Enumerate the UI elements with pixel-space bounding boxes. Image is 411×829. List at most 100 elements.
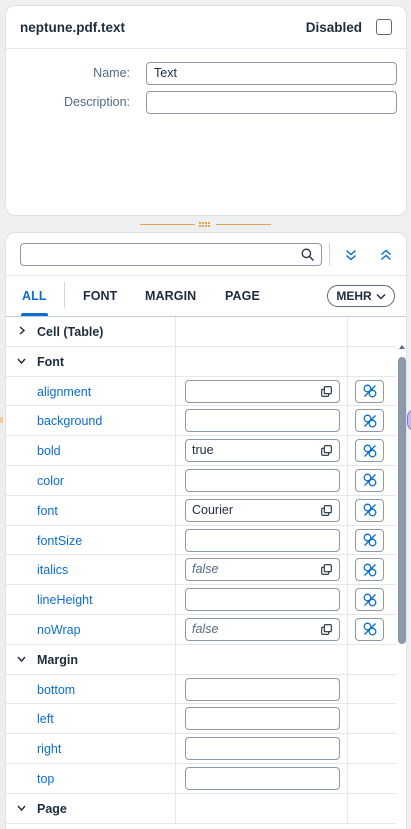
property-row-background: background — [6, 406, 396, 437]
property-grid: Cell (Table) Font alignment background b… — [6, 317, 396, 824]
property-label[interactable]: left — [37, 712, 54, 726]
group-row-cell-table[interactable]: Cell (Table) — [6, 317, 396, 347]
property-row-right: right — [6, 734, 396, 764]
tab-margin[interactable]: MARGIN — [145, 289, 196, 303]
property-row-top: top — [6, 763, 396, 794]
binding-button[interactable] — [355, 558, 384, 582]
link-icon — [363, 414, 376, 428]
group-row-margin[interactable]: Margin — [6, 644, 396, 675]
tab-separator — [64, 282, 65, 308]
panel-header: neptune.pdf.text Disabled — [6, 6, 406, 49]
value-help-icon[interactable] — [321, 504, 332, 516]
group-row-page[interactable]: Page — [6, 793, 396, 824]
binding-button[interactable] — [355, 409, 384, 433]
binding-button[interactable] — [355, 439, 384, 463]
group-label: Cell (Table) — [37, 325, 104, 339]
search-input[interactable] — [20, 243, 322, 266]
binding-button[interactable] — [355, 617, 384, 641]
link-icon — [363, 533, 376, 547]
grip-icon — [198, 222, 213, 228]
binding-button[interactable] — [355, 498, 384, 522]
more-tabs-button[interactable]: MEHR — [327, 285, 395, 307]
property-label[interactable]: top — [37, 772, 54, 786]
splitter-line-left — [140, 224, 195, 225]
property-value-input[interactable] — [185, 409, 340, 433]
tab-page[interactable]: PAGE — [225, 289, 260, 303]
property-value-input[interactable]: true — [185, 439, 340, 463]
property-label[interactable]: noWrap — [37, 623, 81, 637]
chevron-right-icon[interactable] — [17, 326, 26, 335]
value-help-icon[interactable] — [321, 445, 332, 457]
property-value-input[interactable] — [185, 707, 340, 731]
property-value-input[interactable] — [185, 588, 340, 612]
property-label[interactable]: right — [37, 742, 61, 756]
properties-panel: ALL FONT MARGIN PAGE MEHR Cell (Table) F… — [5, 232, 407, 829]
binding-button[interactable] — [355, 528, 384, 552]
property-value-input[interactable] — [185, 379, 340, 403]
value-help-icon[interactable] — [321, 624, 332, 635]
property-label[interactable]: bold — [37, 444, 61, 458]
link-icon — [363, 444, 376, 458]
binding-button[interactable] — [355, 379, 384, 403]
tab-font[interactable]: FONT — [83, 289, 117, 303]
chevrons-up-icon — [381, 249, 391, 261]
chevron-down-icon — [376, 293, 386, 299]
property-value-input[interactable] — [185, 737, 340, 761]
property-row-fontsize: fontSize — [6, 525, 396, 556]
expand-all-button[interactable] — [374, 243, 398, 267]
property-row-color: color — [6, 465, 396, 496]
link-icon — [363, 474, 376, 487]
property-label[interactable]: color — [37, 474, 64, 488]
splitter-handle[interactable] — [140, 222, 271, 228]
disabled-checkbox[interactable] — [376, 19, 392, 35]
scroll-up-arrow-icon[interactable] — [398, 343, 406, 351]
property-value-input[interactable]: false — [185, 558, 340, 582]
property-row-bottom: bottom — [6, 674, 396, 705]
left-edge-marker — [0, 417, 3, 423]
side-panel-handle[interactable] — [407, 409, 411, 431]
property-label[interactable]: background — [37, 414, 102, 428]
property-value-input[interactable] — [185, 766, 340, 790]
name-field[interactable]: Text — [146, 62, 397, 85]
property-row-left: left — [6, 704, 396, 735]
binding-button[interactable] — [355, 468, 384, 492]
value-help-icon[interactable] — [321, 564, 332, 576]
property-label[interactable]: italics — [37, 563, 68, 577]
chevron-down-icon[interactable] — [17, 654, 26, 663]
name-row: Name: Text — [6, 62, 406, 86]
tab-all[interactable]: ALL — [22, 289, 47, 303]
properties-header-panel: neptune.pdf.text Disabled Name: Text Des… — [5, 5, 407, 216]
group-label: Page — [37, 801, 67, 816]
collapse-all-button[interactable] — [339, 243, 363, 267]
property-label[interactable]: lineHeight — [37, 593, 93, 607]
scrollbar-thumb[interactable] — [398, 357, 406, 644]
property-value-input[interactable]: Courier — [185, 498, 340, 522]
search-icon[interactable] — [301, 248, 314, 261]
property-value-input[interactable] — [185, 468, 340, 492]
description-label: Description: — [64, 95, 130, 109]
property-label[interactable]: font — [37, 504, 58, 518]
link-icon — [363, 593, 376, 607]
link-icon — [363, 503, 376, 517]
property-row-alignment: alignment — [6, 376, 396, 407]
property-label[interactable]: bottom — [37, 683, 75, 697]
binding-button[interactable] — [355, 588, 384, 612]
description-row: Description: — [6, 91, 406, 115]
description-field[interactable] — [146, 91, 397, 114]
property-label[interactable]: alignment — [37, 385, 91, 399]
chevron-down-icon[interactable] — [17, 356, 26, 365]
property-row-bold: bold true — [6, 436, 396, 466]
property-value-input[interactable] — [185, 677, 340, 701]
chevron-down-icon[interactable] — [17, 803, 26, 812]
property-row-lineheight: lineHeight — [6, 585, 396, 615]
property-row-italics: italics false — [6, 555, 396, 586]
group-row-font[interactable]: Font — [6, 346, 396, 377]
property-value-input[interactable] — [185, 528, 340, 552]
property-label[interactable]: fontSize — [37, 534, 82, 548]
property-value-input[interactable]: false — [185, 617, 340, 641]
tab-bar: ALL FONT MARGIN PAGE MEHR — [6, 276, 406, 316]
property-row-font: font Courier — [6, 495, 396, 526]
splitter-line-right — [216, 224, 271, 225]
value-help-icon[interactable] — [321, 385, 332, 397]
link-icon — [363, 623, 376, 636]
